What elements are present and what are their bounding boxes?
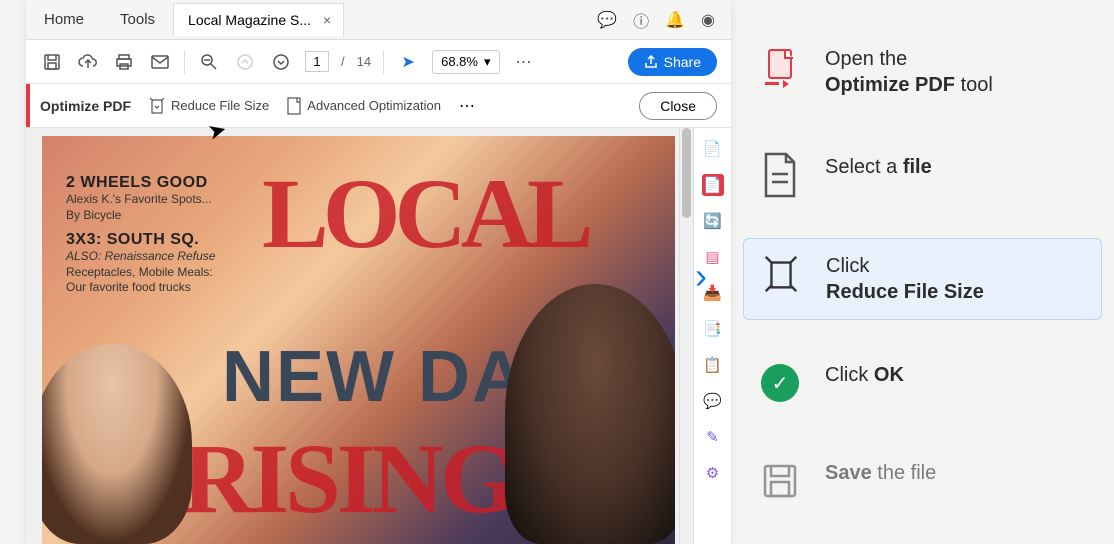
- rail-export-icon[interactable]: 🔄: [702, 210, 724, 232]
- document-area: 2 WHEELS GOOD Alexis K.'s Favorite Spots…: [26, 128, 731, 544]
- chevron-down-icon: ▾: [484, 54, 491, 70]
- rail-optimize-pdf-icon[interactable]: 📄: [702, 174, 724, 196]
- rail-more-icon[interactable]: ⚙: [702, 462, 724, 484]
- print-icon[interactable]: [112, 50, 136, 74]
- rail-combine-icon[interactable]: 📑: [702, 318, 724, 340]
- rail-create-pdf-icon[interactable]: 📄: [702, 138, 724, 160]
- subline-2b: Receptacles, Mobile Meals:: [66, 265, 215, 281]
- cover-photo-left: [42, 344, 192, 544]
- step-open-optimize: Open the Optimize PDF tool: [743, 32, 1102, 112]
- instruction-steps-panel: › Open the Optimize PDF tool Select a fi…: [731, 0, 1114, 544]
- step-save-file: Save the file: [743, 446, 1102, 516]
- advanced-optimization-button[interactable]: Advanced Optimization: [287, 97, 441, 115]
- selection-tool-icon[interactable]: ➤: [396, 50, 420, 74]
- magazine-title: LOCAL: [262, 156, 588, 271]
- zoom-out-icon[interactable]: [197, 50, 221, 74]
- mail-icon[interactable]: [148, 50, 172, 74]
- advanced-optimization-label: Advanced Optimization: [307, 98, 441, 113]
- step-5-text: Save the file: [825, 460, 936, 486]
- subline-2c: Our favorite food trucks: [66, 280, 215, 296]
- reduce-size-icon: [760, 253, 802, 295]
- tab-tools[interactable]: Tools: [102, 11, 173, 28]
- tab-document[interactable]: Local Magazine S... ×: [173, 3, 344, 36]
- tab-home[interactable]: Home: [26, 11, 102, 28]
- reduce-file-size-button[interactable]: Reduce File Size: [149, 97, 269, 115]
- headline-1: 2 WHEELS GOOD: [66, 174, 215, 192]
- step-reduce-file-size[interactable]: Click Reduce File Size: [743, 238, 1102, 320]
- bell-icon[interactable]: 🔔: [665, 10, 685, 30]
- page-number-input[interactable]: [305, 51, 329, 72]
- step-1-text: Open the Optimize PDF tool: [825, 46, 993, 98]
- step-arrow-icon: ›: [695, 255, 707, 297]
- check-icon: ✓: [759, 362, 801, 404]
- step-select-file: Select a file: [743, 140, 1102, 210]
- save-file-icon: [759, 460, 801, 502]
- document-page[interactable]: 2 WHEELS GOOD Alexis K.'s Favorite Spots…: [42, 136, 675, 544]
- page-down-icon[interactable]: [269, 50, 293, 74]
- page-separator: /: [341, 54, 345, 69]
- profile-icon[interactable]: ◉: [701, 10, 715, 30]
- right-tool-rail: 📄 📄 🔄 ▤ 📥 📑 📋 💬 ✎ ⚙: [693, 128, 731, 544]
- share-button[interactable]: Share: [628, 48, 717, 76]
- rail-comment-icon[interactable]: 💬: [702, 390, 724, 412]
- tab-document-label: Local Magazine S...: [188, 12, 311, 28]
- subline-2a: ALSO: Renaissance Refuse: [66, 249, 215, 265]
- close-icon[interactable]: ×: [319, 12, 335, 28]
- close-button[interactable]: Close: [639, 92, 717, 120]
- page-up-icon[interactable]: [233, 50, 257, 74]
- help-icon[interactable]: ⓘ: [633, 8, 649, 32]
- step-2-text: Select a file: [825, 154, 932, 180]
- vertical-scrollbar[interactable]: [679, 128, 693, 544]
- file-icon: [759, 154, 801, 196]
- headline-2: 3X3: SOUTH SQ.: [66, 231, 215, 249]
- step-4-text: Click OK: [825, 362, 904, 388]
- zoom-value: 68.8%: [441, 54, 478, 69]
- rail-redact-icon[interactable]: 📋: [702, 354, 724, 376]
- top-right-icons: 💬 ⓘ 🔔 ◉: [597, 8, 731, 32]
- page-total: 14: [357, 54, 371, 69]
- step-click-ok: ✓ Click OK: [743, 348, 1102, 418]
- document-sidebar-text: 2 WHEELS GOOD Alexis K.'s Favorite Spots…: [66, 174, 215, 296]
- cover-photo-right: [505, 284, 675, 544]
- rail-sign-icon[interactable]: ✎: [702, 426, 724, 448]
- cover-line-2: RISING: [182, 421, 514, 536]
- optimize-toolbar: Optimize PDF Reduce File Size Advanced O…: [26, 84, 731, 128]
- zoom-dropdown[interactable]: 68.8% ▾: [432, 50, 499, 74]
- scroll-thumb[interactable]: [682, 128, 691, 218]
- main-toolbar: / 14 ➤ 68.8% ▾ ⋯ Share: [26, 40, 731, 84]
- step-3-text: Click Reduce File Size: [826, 253, 984, 305]
- comment-icon[interactable]: 💬: [597, 10, 617, 30]
- more-icon[interactable]: ⋯: [512, 50, 536, 74]
- subline-1b: By Bicycle: [66, 208, 215, 224]
- pdf-app-window: Home Tools Local Magazine S... × 💬 ⓘ 🔔 ◉…: [26, 0, 731, 544]
- reduce-file-size-label: Reduce File Size: [171, 98, 269, 113]
- save-icon[interactable]: [40, 50, 64, 74]
- subline-1a: Alexis K.'s Favorite Spots...: [66, 192, 215, 208]
- more-options-icon[interactable]: ⋯: [459, 96, 475, 116]
- cloud-upload-icon[interactable]: [76, 50, 100, 74]
- optimize-pdf-title: Optimize PDF: [40, 98, 131, 114]
- pdf-tool-icon: [759, 46, 801, 88]
- share-label: Share: [664, 54, 701, 70]
- tab-bar: Home Tools Local Magazine S... × 💬 ⓘ 🔔 ◉: [26, 0, 731, 40]
